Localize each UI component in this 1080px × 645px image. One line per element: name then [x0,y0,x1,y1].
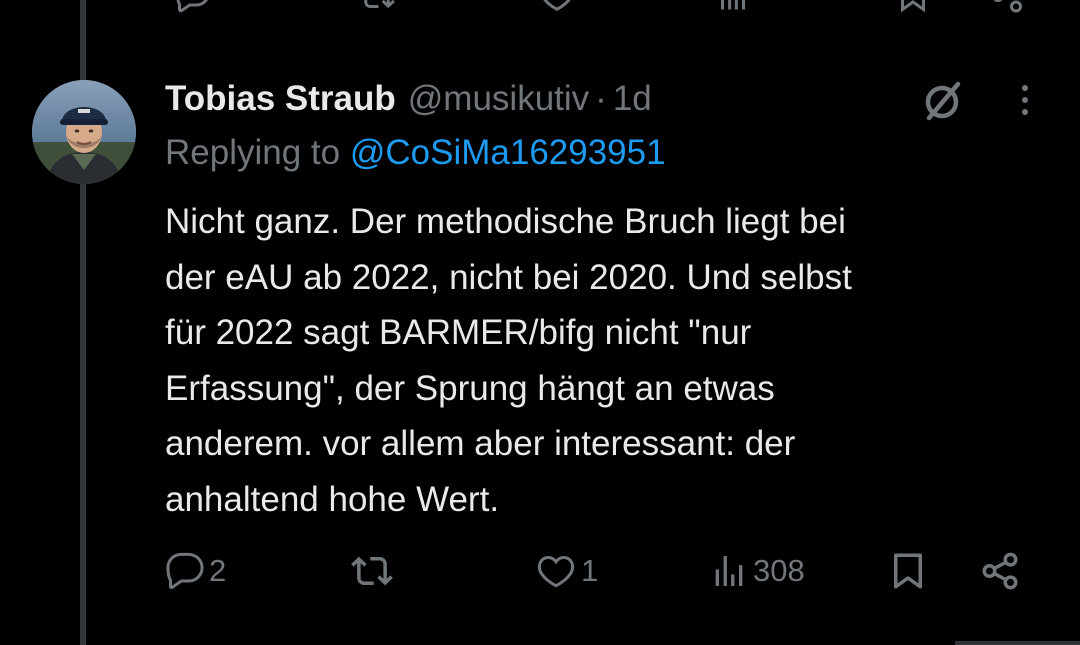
share-icon [982,552,1018,590]
avatar-photo [32,80,136,184]
like-button[interactable]: 1 [535,545,598,597]
tweet-page: Tobias Straub @musikutiv · 1d Replying t… [0,0,1080,645]
bottom-divider [955,641,1080,645]
share-icon[interactable] [987,0,1027,14]
avatar[interactable] [32,80,136,184]
reply-icon [166,552,204,590]
like-count: 1 [581,553,599,588]
retweet-icon[interactable] [357,0,397,14]
author-handle[interactable]: @musikutiv [408,79,589,119]
bookmark-icon [894,553,922,589]
previous-tweet-actions [165,0,1035,14]
views-count: 308 [753,553,805,588]
bookmark-button[interactable] [887,545,929,597]
tweet-action-bar: 2 1 308 [165,545,1045,597]
reply-button[interactable]: 2 [165,545,226,597]
author-name[interactable]: Tobias Straub [165,79,396,119]
retweet-button[interactable] [351,545,397,597]
replying-to-mention[interactable]: @CoSiMa16293951 [350,133,666,172]
views-icon [715,556,743,586]
tweet-body-text: Nicht ganz. Der methodische Bruch liegt … [165,202,852,519]
retweet-icon [351,556,393,586]
bookmark-icon[interactable] [893,0,933,14]
views-button[interactable]: 308 [709,545,805,597]
heart-icon [537,555,575,588]
reply-count: 2 [209,553,227,588]
replying-to-line: Replying to @CoSiMa16293951 [165,133,666,173]
separator-dot: · [595,79,607,118]
grok-icon[interactable] [920,78,966,124]
share-button[interactable] [979,545,1021,597]
reply-icon[interactable] [173,0,213,14]
tweet-timestamp[interactable]: 1d [613,79,652,119]
heart-icon[interactable] [537,0,577,14]
replying-to-label: Replying to [165,133,341,172]
more-icon[interactable] [1010,82,1040,122]
views-icon[interactable] [713,0,753,14]
tweet-header: Tobias Straub @musikutiv · 1d [165,75,652,123]
